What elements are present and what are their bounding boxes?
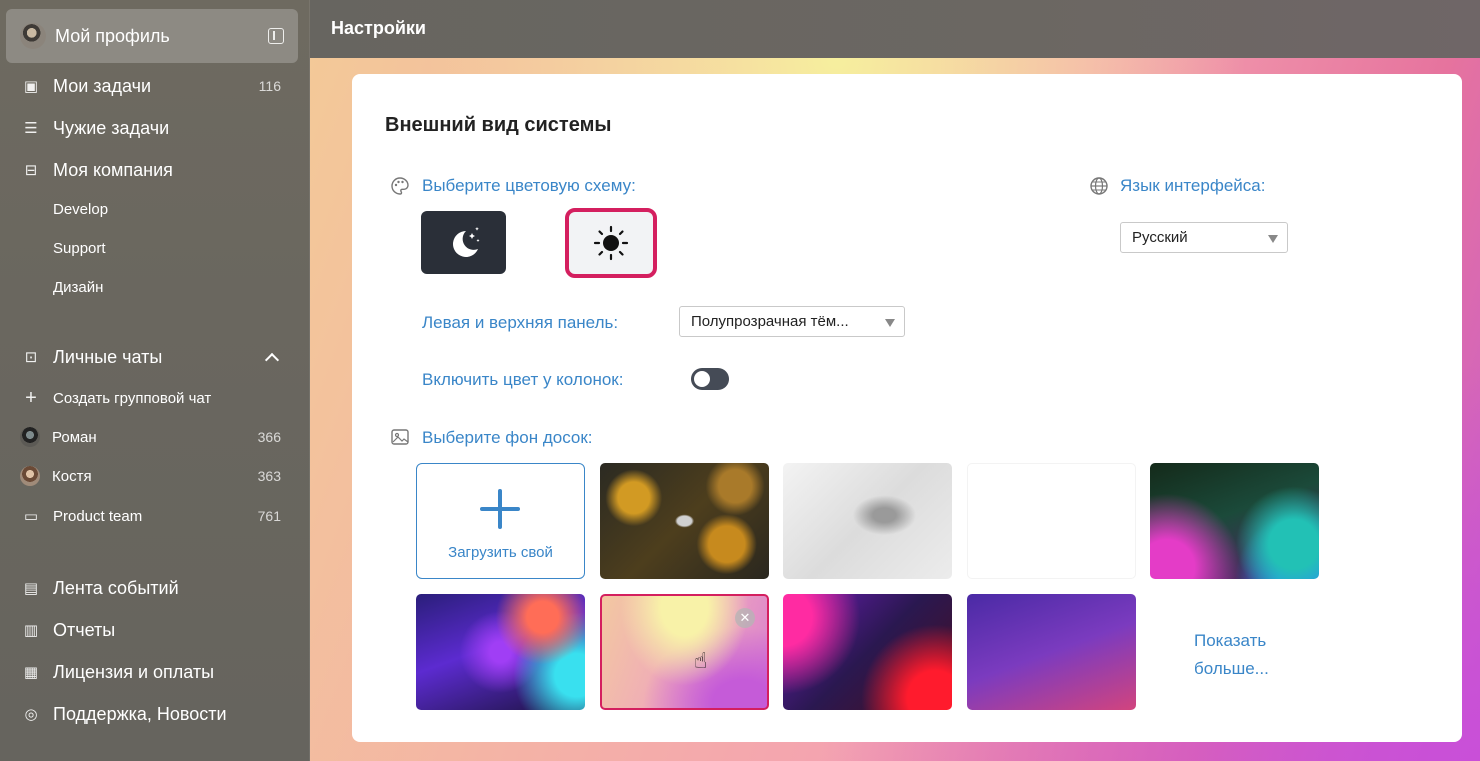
background-option-violet[interactable] [967, 594, 1136, 710]
moon-icon [452, 226, 479, 257]
appearance-settings-card: Внешний вид системы Выберите цветовую сх… [352, 74, 1462, 742]
close-icon[interactable]: ✕ [735, 608, 755, 628]
sidebar-item-support-news[interactable]: ◎ Поддержка, Новости [22, 702, 281, 726]
show-more-link[interactable]: Показать больше... [1194, 627, 1314, 683]
sidebar-item-my-tasks[interactable]: ▣ Мои задачи 116 [22, 74, 281, 98]
sidebar-item-feed[interactable]: ▤ Лента событий [22, 576, 281, 600]
dropdown-arrow-icon [1268, 235, 1278, 243]
panel-style-select[interactable]: Полупрозрачная тём... [679, 306, 905, 337]
page-title: Настройки [331, 18, 426, 38]
group-chat-icon: ▭ [23, 508, 39, 525]
background-option-road[interactable] [600, 463, 769, 579]
plus-icon: + [25, 386, 37, 409]
sidebar-item-license[interactable]: ▦ Лицензия и оплаты [22, 660, 281, 684]
profile-avatar [20, 23, 46, 49]
sidebar-subitem-design[interactable]: Дизайн [53, 279, 103, 296]
support-icon: ◎ [24, 706, 38, 723]
sidebar-section-personal-chats[interactable]: ⊡ Личные чаты [22, 345, 281, 369]
sidebar-item-count: 116 [258, 78, 281, 94]
color-scheme-label: Выберите цветовую схему: [422, 176, 636, 195]
chat-item-roman[interactable]: Роман 366 [20, 425, 281, 449]
image-icon [391, 429, 409, 445]
upload-label: Загрузить свой [448, 544, 553, 561]
background-option-red-purple[interactable] [783, 594, 952, 710]
chevron-up-icon[interactable] [264, 352, 280, 368]
avatar [20, 427, 40, 447]
background-option-rainbow[interactable] [416, 594, 585, 710]
hand-cursor-icon: ☝ [694, 648, 708, 673]
toggle-knob [694, 371, 710, 387]
palette-icon [391, 177, 409, 195]
column-color-toggle[interactable] [691, 368, 729, 390]
sidebar-item-label: Чужие задачи [53, 117, 170, 138]
license-icon: ▦ [23, 664, 39, 681]
chat-item-product-team[interactable]: ▭ Product team 761 [22, 504, 281, 528]
language-select-value: Русский [1132, 229, 1188, 246]
chat-item-kostya[interactable]: Костя 363 [20, 464, 281, 488]
language-select[interactable]: Русский [1120, 222, 1288, 253]
collapse-sidebar-icon[interactable] [268, 28, 284, 44]
section-title: Внешний вид системы [385, 114, 612, 136]
language-label: Язык интерфейса: [1120, 176, 1266, 195]
sun-icon [593, 225, 629, 261]
background-option-plant[interactable] [783, 463, 952, 579]
sidebar-subitem-develop[interactable]: Develop [53, 201, 108, 218]
list-icon: ☰ [24, 120, 38, 137]
sidebar-subitem-support[interactable]: Support [53, 240, 106, 257]
chat-item-label: Роман [52, 428, 97, 446]
sidebar-item-label: Лицензия и оплаты [53, 661, 215, 682]
chat-item-count: 366 [257, 429, 281, 445]
reports-icon: ▥ [23, 622, 39, 639]
avatar [20, 466, 40, 486]
sidebar-item-label: Мои задачи [53, 75, 152, 96]
dropdown-arrow-icon [885, 319, 895, 327]
tasks-icon: ▣ [23, 78, 39, 95]
sidebar-item-label: Отчеты [53, 619, 116, 640]
globe-icon [1090, 177, 1108, 195]
create-group-chat-button[interactable]: + Создать групповой чат [22, 386, 281, 410]
chat-item-count: 761 [257, 508, 281, 524]
background-option-neon[interactable] [1150, 463, 1319, 579]
column-color-label: Включить цвет у колонок: [422, 370, 624, 389]
profile-name: Мой профиль [55, 25, 170, 46]
sidebar-item-my-company[interactable]: ⊟ Моя компания [22, 158, 281, 182]
dark-theme-option[interactable] [421, 211, 506, 274]
sidebar-item-label: Личные чаты [53, 346, 163, 367]
profile-button[interactable]: Мой профиль [6, 9, 298, 63]
sidebar: Мой профиль ▣ Мои задачи 116 ☰ Чужие зад… [0, 0, 310, 761]
panel-style-value: Полупрозрачная тём... [691, 313, 849, 330]
topbar: Настройки [310, 0, 1480, 58]
feed-icon: ▤ [23, 580, 39, 597]
plus-icon [480, 507, 520, 511]
briefcase-icon: ⊟ [24, 162, 38, 179]
sidebar-item-label: Лента событий [53, 577, 179, 598]
light-theme-option[interactable] [565, 208, 657, 278]
chat-item-label: Костя [52, 467, 92, 485]
panel-style-label: Левая и верхняя панель: [422, 313, 619, 332]
background-option-pastel-selected[interactable]: ✕ ☝ [600, 594, 769, 710]
sidebar-item-reports[interactable]: ▥ Отчеты [22, 618, 281, 642]
upload-background-button[interactable]: Загрузить свой [416, 463, 585, 579]
background-option-white[interactable] [967, 463, 1136, 579]
chat-item-count: 363 [257, 468, 281, 484]
chat-icon: ⊡ [24, 349, 38, 366]
sidebar-item-label: Создать групповой чат [53, 389, 212, 407]
sidebar-item-others-tasks[interactable]: ☰ Чужие задачи [22, 116, 281, 140]
sidebar-item-label: Моя компания [53, 159, 173, 180]
background-label: Выберите фон досок: [422, 428, 593, 447]
sidebar-item-label: Поддержка, Новости [53, 703, 227, 724]
chat-item-label: Product team [53, 507, 143, 525]
